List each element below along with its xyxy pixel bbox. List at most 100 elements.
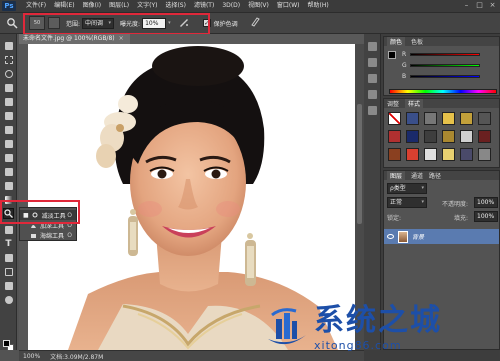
menu-type[interactable]: 文字(Y) (133, 0, 161, 12)
style-swatch[interactable] (406, 148, 419, 161)
flyout-item-dodge[interactable]: ■ 减淡工具 O (20, 210, 76, 220)
style-swatch[interactable] (406, 130, 419, 143)
zoom-tool[interactable] (3, 294, 14, 305)
style-swatch[interactable] (388, 148, 401, 161)
stamp-tool[interactable] (3, 152, 14, 163)
style-swatch[interactable] (442, 112, 455, 125)
move-tool[interactable] (3, 40, 14, 51)
zoom-level[interactable]: 100% (23, 353, 40, 360)
style-none[interactable] (388, 112, 401, 125)
maximize-button[interactable]: □ (475, 1, 484, 10)
menu-image[interactable]: 图像(I) (79, 0, 105, 12)
slider-track[interactable] (410, 64, 480, 67)
sponge-icon (31, 233, 36, 238)
foreground-color-swatch[interactable] (3, 340, 10, 347)
style-swatch[interactable] (442, 130, 455, 143)
layer-filter-value: ρ类型 (390, 185, 406, 192)
tool-flyout-menu: ■ 减淡工具 O 加深工具 O 海绵工具 O (19, 207, 77, 241)
tab-swatches[interactable]: 色板 (411, 37, 423, 46)
crop-tool[interactable] (3, 96, 14, 107)
style-swatch[interactable] (478, 112, 491, 125)
style-swatch[interactable] (424, 130, 437, 143)
chevron-down-icon[interactable]: ▾ (168, 20, 171, 26)
style-swatch[interactable] (460, 130, 473, 143)
menu-3d[interactable]: 3D(D) (218, 0, 244, 12)
dodge-tool[interactable] (3, 208, 14, 219)
tab-layers[interactable]: 图层 (387, 171, 406, 180)
brush-tool[interactable] (3, 138, 14, 149)
eyedropper-tool[interactable] (3, 110, 14, 121)
airbrush-button[interactable] (179, 17, 189, 29)
eraser-icon (4, 181, 13, 190)
scroll-thumb[interactable] (357, 104, 362, 224)
shape-tool[interactable] (3, 266, 14, 277)
range-select[interactable]: 中间调 ▾ (82, 17, 115, 29)
flyout-item-burn[interactable]: 加深工具 O (20, 220, 76, 230)
tab-adjustments[interactable]: 调整 (387, 99, 399, 108)
tab-color[interactable]: 颜色 (387, 37, 406, 46)
style-swatch[interactable] (478, 130, 491, 143)
pressure-button[interactable] (250, 17, 260, 29)
flyout-item-sponge[interactable]: 海绵工具 O (20, 230, 76, 240)
brush-panel-toggle[interactable] (48, 17, 60, 29)
eraser-tool[interactable] (3, 180, 14, 191)
tab-paths[interactable]: 路径 (429, 171, 441, 180)
menu-filter[interactable]: 滤镜(T) (190, 0, 218, 12)
style-swatch[interactable] (424, 112, 437, 125)
type-tool[interactable]: T (3, 238, 14, 249)
style-swatch[interactable] (478, 148, 491, 161)
eye-icon[interactable] (387, 234, 394, 239)
protect-tones-checkbox[interactable]: ✓ (202, 19, 211, 27)
style-swatch[interactable] (406, 112, 419, 125)
tab-styles[interactable]: 样式 (405, 99, 424, 108)
menu-select[interactable]: 选择(S) (161, 0, 190, 12)
character-icon[interactable] (368, 90, 377, 99)
opacity-field[interactable]: 100% (474, 197, 498, 208)
menu-file[interactable]: 文件(F) (22, 0, 50, 12)
color-spectrum-bar[interactable] (389, 89, 497, 94)
paragraph-icon[interactable] (368, 106, 377, 115)
style-swatch[interactable] (460, 148, 473, 161)
slider-g[interactable]: G (402, 62, 482, 69)
site-watermark: 系统之城 xitong86.com (262, 301, 492, 356)
tab-channels[interactable]: 通道 (411, 171, 423, 180)
style-swatch[interactable] (460, 112, 473, 125)
brush-picker[interactable]: 50 (29, 16, 45, 30)
path-select-tool[interactable] (3, 252, 14, 263)
fill-field[interactable]: 100% (474, 211, 498, 222)
marquee-tool[interactable] (3, 54, 14, 65)
dodge-tool-preset[interactable] (4, 15, 20, 31)
style-swatch[interactable] (442, 148, 455, 161)
minimize-button[interactable]: – (462, 1, 471, 10)
style-swatch[interactable] (424, 148, 437, 161)
slider-track[interactable] (410, 75, 480, 78)
properties-icon[interactable] (368, 58, 377, 67)
close-button[interactable]: × (488, 1, 497, 10)
healing-tool[interactable] (3, 124, 14, 135)
document-tab[interactable]: 未命名文件.jpg @ 100%(RGB/8) × (19, 34, 130, 44)
info-icon[interactable] (368, 74, 377, 83)
layer-row[interactable]: 背景 (384, 229, 499, 244)
exposure-field[interactable]: 10% (142, 17, 167, 29)
history-brush-tool[interactable] (3, 166, 14, 177)
menu-layer[interactable]: 图层(L) (105, 0, 133, 12)
menu-edit[interactable]: 编辑(E) (50, 0, 78, 12)
pen-tool[interactable] (3, 224, 14, 235)
blend-mode-select[interactable]: 正常 ▾ (387, 197, 427, 208)
hand-tool[interactable] (3, 280, 14, 291)
slider-b[interactable]: B (402, 73, 482, 80)
foreground-swatch[interactable] (388, 51, 396, 59)
quick-select-tool[interactable] (3, 82, 14, 93)
history-icon[interactable] (368, 42, 377, 51)
slider-track[interactable] (410, 53, 480, 56)
menu-window[interactable]: 窗口(W) (273, 0, 304, 12)
menu-view[interactable]: 视图(V) (244, 0, 273, 12)
style-swatch[interactable] (388, 130, 401, 143)
gradient-tool[interactable] (3, 194, 14, 205)
layer-filter-select[interactable]: ρ类型 ▾ (387, 183, 427, 194)
menu-help[interactable]: 帮助(H) (304, 0, 333, 12)
slider-r[interactable]: R (402, 51, 482, 58)
lasso-tool[interactable] (3, 68, 14, 79)
bandage-icon (4, 125, 13, 134)
close-icon[interactable]: × (119, 34, 124, 44)
